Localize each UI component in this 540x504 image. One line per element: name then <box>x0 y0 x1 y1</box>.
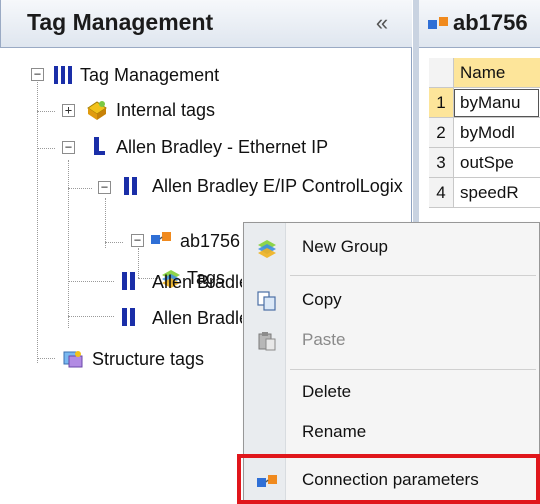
paste-icon <box>258 332 276 351</box>
driver-icon <box>122 308 135 326</box>
menu-label-delete: Delete <box>302 382 352 401</box>
name-cell[interactable]: outSpe <box>453 148 540 178</box>
table-row[interactable]: 1 byManu <box>419 88 540 118</box>
tree-expander-ethernet-ip[interactable]: − <box>62 141 75 154</box>
menu-label-new-group: New Group <box>302 237 388 256</box>
tree-item-tag-management[interactable]: Tag Management <box>80 63 219 87</box>
panel-header: Tag Management « <box>0 0 412 48</box>
name-cell[interactable]: byManu <box>453 88 540 118</box>
structure-tags-icon <box>63 351 83 368</box>
tree-item-ab1756[interactable]: ab1756 <box>180 229 242 253</box>
row-number: 2 <box>429 118 453 148</box>
grid-header-row: Name <box>419 58 540 88</box>
menu-label-copy: Copy <box>302 290 342 309</box>
connection-icon <box>151 232 171 244</box>
row-number: 3 <box>429 148 453 178</box>
menu-item-delete[interactable]: Delete <box>244 373 540 413</box>
name-cell[interactable]: byModl <box>453 118 540 148</box>
menu-separator <box>290 275 536 276</box>
menu-item-connection-parameters[interactable]: Connection parameters <box>244 461 540 501</box>
row-header-corner <box>429 58 453 88</box>
tree-expander-internal-tags[interactable]: + <box>62 104 75 117</box>
table-row[interactable]: 2 byModl <box>419 118 540 148</box>
tree-expander-controllogix[interactable]: − <box>98 181 111 194</box>
menu-label-connection-parameters: Connection parameters <box>302 470 479 489</box>
column-header-name[interactable]: Name <box>453 58 540 88</box>
menu-label-paste: Paste <box>302 330 346 349</box>
tree-item-controllogix[interactable]: Allen Bradley E/IP ControlLogix <box>152 174 410 198</box>
row-number: 1 <box>429 88 453 118</box>
tree-item-allen-bradley-2[interactable]: Allen Bradley <box>152 306 242 330</box>
tree-item-structure-tags[interactable]: Structure tags <box>92 347 204 371</box>
panel-title: Tag Management <box>27 9 214 35</box>
table-row[interactable]: 3 outSpe <box>419 148 540 178</box>
new-group-icon <box>258 240 276 258</box>
channel-icon <box>94 137 105 155</box>
tag-management-icon <box>54 66 72 84</box>
connection-icon <box>428 17 448 29</box>
menu-separator <box>290 369 536 370</box>
connection-icon <box>257 475 277 487</box>
document-tab-label: ab1756 <box>453 10 528 35</box>
menu-item-copy[interactable]: Copy <box>244 281 540 321</box>
name-cell[interactable]: speedR <box>453 178 540 208</box>
copy-icon <box>257 291 276 311</box>
menu-item-paste[interactable]: Paste <box>244 321 540 361</box>
driver-icon <box>124 177 137 195</box>
tree-item-allen-bradley-ethernet-ip[interactable]: Allen Bradley - Ethernet IP <box>116 135 328 159</box>
tree-expander-root[interactable]: − <box>31 68 44 81</box>
row-number: 4 <box>429 178 453 208</box>
tree-item-internal-tags[interactable]: Internal tags <box>116 98 215 122</box>
internal-tags-icon <box>87 101 107 120</box>
context-menu: New Group Copy Paste Delete Rename Conne… <box>243 222 540 504</box>
menu-item-new-group[interactable]: New Group <box>244 228 540 268</box>
document-tab[interactable]: ab1756 <box>419 0 540 48</box>
menu-separator <box>290 455 536 456</box>
collapse-panel-button[interactable]: « <box>367 9 397 37</box>
menu-item-rename[interactable]: Rename <box>244 413 540 453</box>
driver-icon <box>122 272 135 290</box>
table-row[interactable]: 4 speedR <box>419 178 540 208</box>
tree-item-allen-bradley-1[interactable]: Allen Bradley <box>152 270 242 294</box>
tree-expander-ab1756[interactable]: − <box>131 234 144 247</box>
menu-label-rename: Rename <box>302 422 367 441</box>
